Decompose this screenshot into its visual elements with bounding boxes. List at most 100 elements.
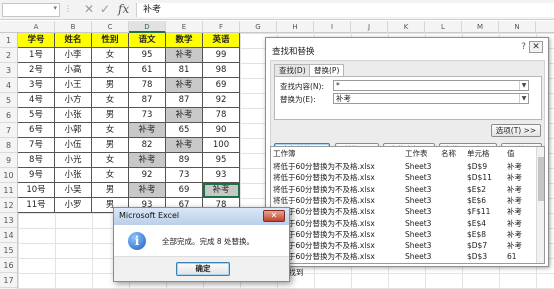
table-cell[interactable]: 小吴: [55, 183, 92, 198]
row-header-14[interactable]: 14: [0, 228, 17, 243]
table-cell[interactable]: 女: [92, 153, 129, 168]
table-cell[interactable]: 98: [203, 63, 240, 78]
table-cell[interactable]: 92: [129, 168, 166, 183]
table-cell[interactable]: 男: [92, 78, 129, 93]
table-cell[interactable]: 92: [203, 93, 240, 108]
header-cell[interactable]: 性别: [92, 33, 129, 48]
row-header-4[interactable]: 4: [0, 78, 17, 93]
result-cell[interactable]: 补考: [507, 184, 522, 195]
table-cell[interactable]: 95: [129, 48, 166, 63]
options-button[interactable]: 选项(T) >>: [491, 124, 541, 137]
row-header-16[interactable]: 16: [0, 258, 17, 273]
result-cell[interactable]: 将低于60分替换为不及格.xlsx: [273, 195, 375, 206]
table-cell[interactable]: 补考: [129, 153, 166, 168]
column-header-j[interactable]: J: [351, 21, 388, 33]
table-cell[interactable]: 8号: [18, 153, 55, 168]
result-cell[interactable]: Sheet3: [405, 218, 431, 229]
table-cell[interactable]: 87: [129, 93, 166, 108]
result-cell[interactable]: $D$7: [467, 240, 487, 251]
table-cell[interactable]: 补考: [166, 78, 203, 93]
table-cell[interactable]: 小王: [55, 78, 92, 93]
row-header-11[interactable]: 11: [0, 183, 17, 198]
table-cell[interactable]: 10号: [18, 183, 55, 198]
column-header-b[interactable]: B: [55, 21, 92, 33]
column-header-i[interactable]: I: [314, 21, 351, 33]
row-header-8[interactable]: 8: [0, 138, 17, 153]
table-cell[interactable]: 90: [203, 123, 240, 138]
table-cell[interactable]: 小高: [55, 63, 92, 78]
row-header-5[interactable]: 5: [0, 93, 17, 108]
column-header-g[interactable]: G: [240, 21, 277, 33]
result-cell[interactable]: $D$11: [467, 172, 492, 183]
result-cell[interactable]: 将低于60分替换为不及格.xlsx: [273, 172, 375, 183]
results-list[interactable]: 工作簿 工作表 名称 单元格 值将低于60分替换为不及格.xlsx Sheet3 $D$9 补…: [270, 146, 545, 264]
table-cell[interactable]: 小光: [55, 153, 92, 168]
formula-input[interactable]: 补考: [136, 3, 554, 17]
row-header-1[interactable]: 1: [0, 33, 17, 48]
table-cell[interactable]: 小李: [55, 48, 92, 63]
result-cell[interactable]: 补考: [507, 161, 522, 172]
result-cell[interactable]: 补考: [507, 229, 522, 240]
row-header-3[interactable]: 3: [0, 63, 17, 78]
column-header-f[interactable]: F: [203, 21, 240, 33]
table-cell[interactable]: 补考: [166, 48, 203, 63]
find-input[interactable]: * ▼: [333, 80, 529, 91]
result-cell[interactable]: $E$2: [467, 184, 486, 195]
result-cell[interactable]: Sheet3: [405, 240, 431, 251]
table-cell[interactable]: 小伍: [55, 138, 92, 153]
column-header-h[interactable]: H: [277, 21, 314, 33]
table-cell[interactable]: 11号: [18, 198, 55, 213]
header-cell[interactable]: 学号: [18, 33, 55, 48]
table-cell[interactable]: 小罗: [55, 198, 92, 213]
result-cell[interactable]: 补考: [507, 218, 522, 229]
column-header-n[interactable]: N: [499, 21, 536, 33]
result-cell[interactable]: $E$4: [467, 218, 486, 229]
table-cell[interactable]: 82: [129, 138, 166, 153]
result-cell[interactable]: $E$6: [467, 195, 486, 206]
column-header-e[interactable]: E: [166, 21, 203, 33]
results-column-header[interactable]: 工作簿: [273, 148, 296, 159]
cancel-edit-icon[interactable]: ✕: [84, 2, 94, 16]
result-cell[interactable]: $F$11: [467, 206, 490, 217]
table-cell[interactable]: 69: [203, 78, 240, 93]
table-cell[interactable]: 100: [203, 138, 240, 153]
row-header-15[interactable]: 15: [0, 243, 17, 258]
table-cell[interactable]: 95: [203, 153, 240, 168]
result-cell[interactable]: $D$9: [467, 161, 487, 172]
replace-input[interactable]: 补考 ▼: [333, 93, 529, 104]
table-cell[interactable]: 小郭: [55, 123, 92, 138]
ok-button[interactable]: 确定: [176, 262, 230, 276]
insert-function-icon[interactable]: fx: [118, 2, 129, 16]
table-cell[interactable]: 81: [166, 63, 203, 78]
table-cell[interactable]: 5号: [18, 108, 55, 123]
table-cell[interactable]: 女: [92, 63, 129, 78]
column-header-k[interactable]: K: [388, 21, 425, 33]
table-cell[interactable]: 补考: [129, 123, 166, 138]
table-cell[interactable]: 69: [166, 183, 203, 198]
tab-find[interactable]: 查找(D): [274, 64, 311, 76]
table-cell[interactable]: 女: [92, 168, 129, 183]
row-header-9[interactable]: 9: [0, 153, 17, 168]
results-column-header[interactable]: 名称: [441, 148, 456, 159]
table-cell[interactable]: 男: [92, 183, 129, 198]
table-cell[interactable]: 87: [166, 93, 203, 108]
column-header-c[interactable]: C: [92, 21, 129, 33]
results-column-header[interactable]: 值: [507, 148, 515, 159]
close-icon[interactable]: ✕: [529, 41, 543, 53]
row-header-13[interactable]: 13: [0, 213, 17, 228]
result-cell[interactable]: $D$3: [467, 251, 487, 262]
row-header-6[interactable]: 6: [0, 108, 17, 123]
table-cell[interactable]: 补考: [166, 138, 203, 153]
results-scrollbar[interactable]: [536, 147, 544, 263]
chevron-down-icon[interactable]: ▼: [519, 94, 528, 103]
result-cell[interactable]: Sheet3: [405, 251, 431, 262]
table-cell[interactable]: 9号: [18, 168, 55, 183]
result-cell[interactable]: 补考: [507, 206, 522, 217]
table-cell[interactable]: 1号: [18, 48, 55, 63]
table-cell[interactable]: 6号: [18, 123, 55, 138]
close-icon[interactable]: ✕: [263, 210, 285, 222]
results-column-header[interactable]: 单元格: [467, 148, 490, 159]
column-header-m[interactable]: M: [462, 21, 499, 33]
result-cell[interactable]: 补考: [507, 240, 522, 251]
header-cell[interactable]: 数学: [166, 33, 203, 48]
